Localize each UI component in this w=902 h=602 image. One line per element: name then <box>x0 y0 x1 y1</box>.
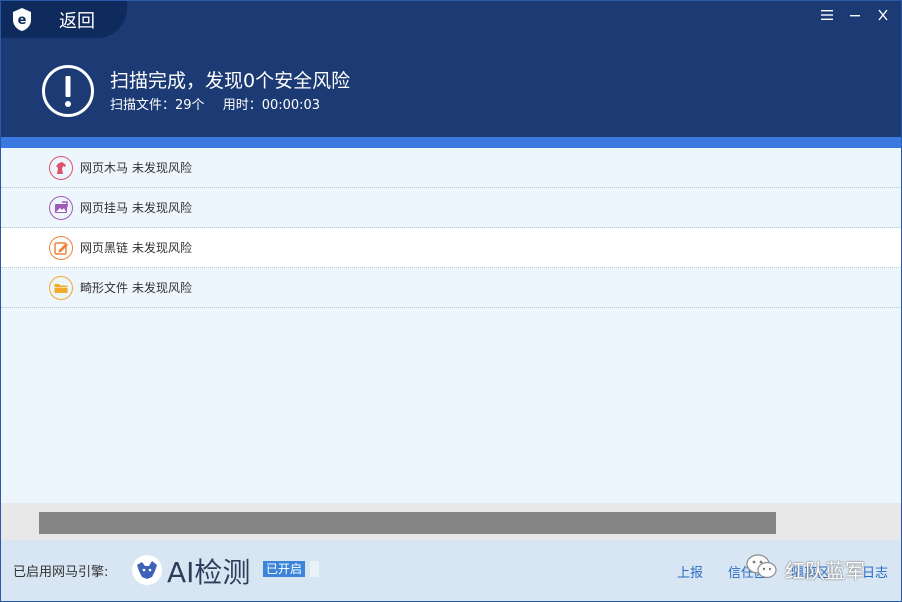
svg-text:e: e <box>18 13 27 28</box>
exclamation-circle-icon <box>41 64 95 118</box>
engine-toggle-track[interactable] <box>310 561 319 577</box>
scan-item-status: 未发现风险 <box>132 241 193 255</box>
scan-item-trojan[interactable]: 网页木马 未发现风险 <box>1 148 901 188</box>
footer: 已启用网马引擎: AI检测 已开启 上报 信任区 隔离区 日志 红队蓝军 <box>1 540 901 601</box>
engine-label: 已启用网马引擎: <box>13 565 109 580</box>
scan-item-malformed-file[interactable]: 畸形文件 未发现风险 <box>1 268 901 308</box>
scan-item-name: 网页挂马 <box>80 201 129 215</box>
browser-e-shield-icon: e <box>11 7 33 32</box>
edit-link-icon <box>49 235 73 260</box>
scan-item-hanging-horse[interactable]: 网页挂马 未发现风险 <box>1 188 901 228</box>
scan-item-name: 畸形文件 <box>80 281 129 295</box>
watermark: 红队蓝军 <box>745 552 865 586</box>
engine-status-badge: 已开启 <box>263 561 306 577</box>
scan-result-window: e 返回 扫描完成，发现0个安全风险 扫描文件：29个 用时：00:00:03 … <box>0 0 902 602</box>
scanned-files: 扫描文件：29个 <box>110 98 205 113</box>
menu-icon[interactable] <box>813 5 841 25</box>
picture-icon <box>49 195 73 220</box>
watermark-text: 红队蓝军 <box>785 558 865 583</box>
wechat-icon <box>745 552 779 586</box>
scan-item-name: 网页木马 <box>80 161 129 175</box>
result-title: 扫描完成，发现0个安全风险 <box>110 70 351 92</box>
horse-icon <box>49 155 73 180</box>
elapsed-time: 用时：00:00:03 <box>222 98 321 113</box>
close-icon[interactable] <box>869 5 897 25</box>
scan-item-status: 未发现风险 <box>132 161 193 175</box>
folder-icon <box>49 275 73 300</box>
window-controls <box>813 5 897 25</box>
scan-item-status: 未发现风险 <box>132 201 193 215</box>
header: e 返回 扫描完成，发现0个安全风险 扫描文件：29个 用时：00:00:03 <box>1 1 901 137</box>
engine-name: AI检测 <box>167 556 251 589</box>
scan-item-name: 网页黑链 <box>80 241 129 255</box>
progress-fill <box>39 512 776 534</box>
accent-bar <box>1 137 901 148</box>
scan-item-black-link[interactable]: 网页黑链 未发现风险 <box>1 228 901 268</box>
log-link[interactable]: 日志 <box>862 562 888 581</box>
scan-item-list: 网页木马 未发现风险 网页挂马 未发现风险 网页黑链 未发现风险 畸形文件未发现… <box>1 148 901 308</box>
report-link[interactable]: 上报 <box>677 562 703 581</box>
result-meta: 扫描文件：29个 用时：00:00:03 <box>110 94 334 113</box>
scan-item-status: 未发现风险 <box>132 281 193 295</box>
back-button[interactable]: e 返回 <box>1 1 127 38</box>
wolf-icon <box>132 555 162 585</box>
minimize-icon[interactable] <box>841 5 869 25</box>
back-label: 返回 <box>59 10 95 32</box>
scan-progress-bar <box>1 503 901 540</box>
